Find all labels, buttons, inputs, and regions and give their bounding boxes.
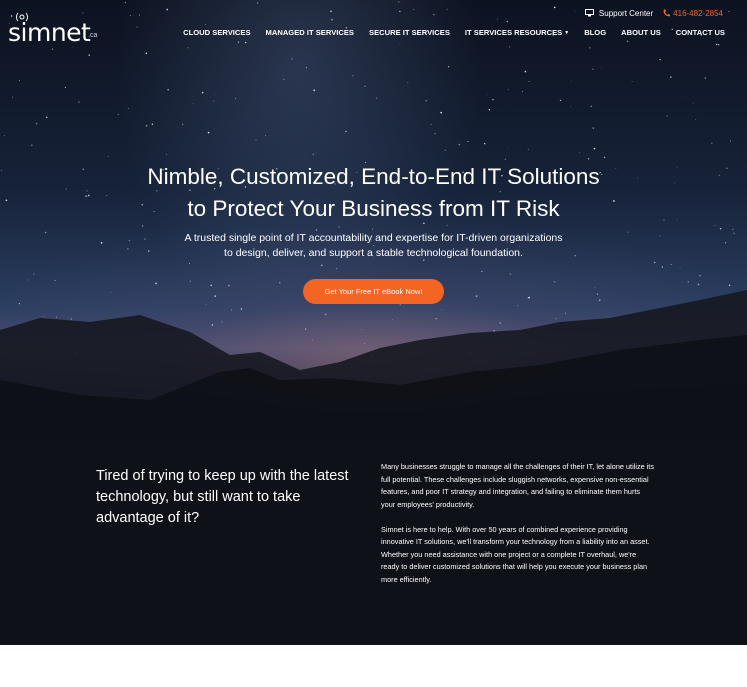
- support-center-link[interactable]: Support Center: [584, 8, 654, 18]
- phone-link[interactable]: 416-482-2854: [663, 9, 723, 18]
- intro-text: Many businesses struggle to manage all t…: [381, 461, 656, 599]
- nav-contact-us[interactable]: CONTACT US: [676, 28, 725, 37]
- chevron-down-icon: ▼: [564, 30, 570, 36]
- nav-managed-it-services[interactable]: MANAGED IT SERVICES: [266, 28, 354, 37]
- hero-subtitle-line-1: A trusted single point of IT accountabil…: [184, 232, 563, 244]
- phone-number: 416-482-2854: [673, 8, 723, 18]
- nav-it-services-resources-label: IT SERVICES RESOURCES: [464, 28, 563, 37]
- support-center-label: Support Center: [598, 8, 654, 18]
- intro-paragraph-1: Many businesses struggle to manage all t…: [381, 462, 654, 509]
- intro-paragraph-2: Simnet is here to help. With over 50 yea…: [381, 524, 650, 584]
- hero-title-line-1: Nimble, Customized, End-to-End IT Soluti…: [147, 164, 600, 189]
- hero-subtitle: A trusted single point of IT accountabil…: [0, 231, 747, 261]
- free-ebook-button[interactable]: Get Your Free IT eBook Now!: [303, 279, 444, 304]
- logo-wordmark: simnet: [8, 18, 91, 47]
- nav-cloud-services[interactable]: CLOUD SERVICES: [183, 28, 250, 37]
- logo-tld: .ca: [88, 32, 98, 39]
- nav-it-services-resources[interactable]: IT SERVICES RESOURCES ▼: [465, 28, 569, 37]
- nav-secure-it-services[interactable]: SECURE IT SERVICES: [369, 28, 450, 37]
- monitor-icon: [584, 9, 594, 17]
- site-header: simnet .ca Support Center 416-482-2854 C…: [0, 0, 747, 60]
- main-nav: CLOUD SERVICES MANAGED IT SERVICES SECUR…: [183, 28, 725, 37]
- hero-title-line-2: to Protect Your Business from IT Risk: [187, 196, 560, 221]
- nav-blog[interactable]: BLOG: [584, 28, 606, 37]
- simnet-logo[interactable]: simnet .ca: [8, 12, 100, 47]
- phone-icon: [663, 9, 671, 17]
- hero-subtitle-line-2: to design, deliver, and support a stable…: [224, 247, 523, 259]
- nav-about-us[interactable]: ABOUT US: [621, 28, 661, 37]
- top-bar: Support Center 416-482-2854: [584, 7, 723, 19]
- intro-heading: Tired of trying to keep up with the late…: [96, 468, 349, 526]
- hero-title: Nimble, Customized, End-to-End IT Soluti…: [0, 161, 747, 225]
